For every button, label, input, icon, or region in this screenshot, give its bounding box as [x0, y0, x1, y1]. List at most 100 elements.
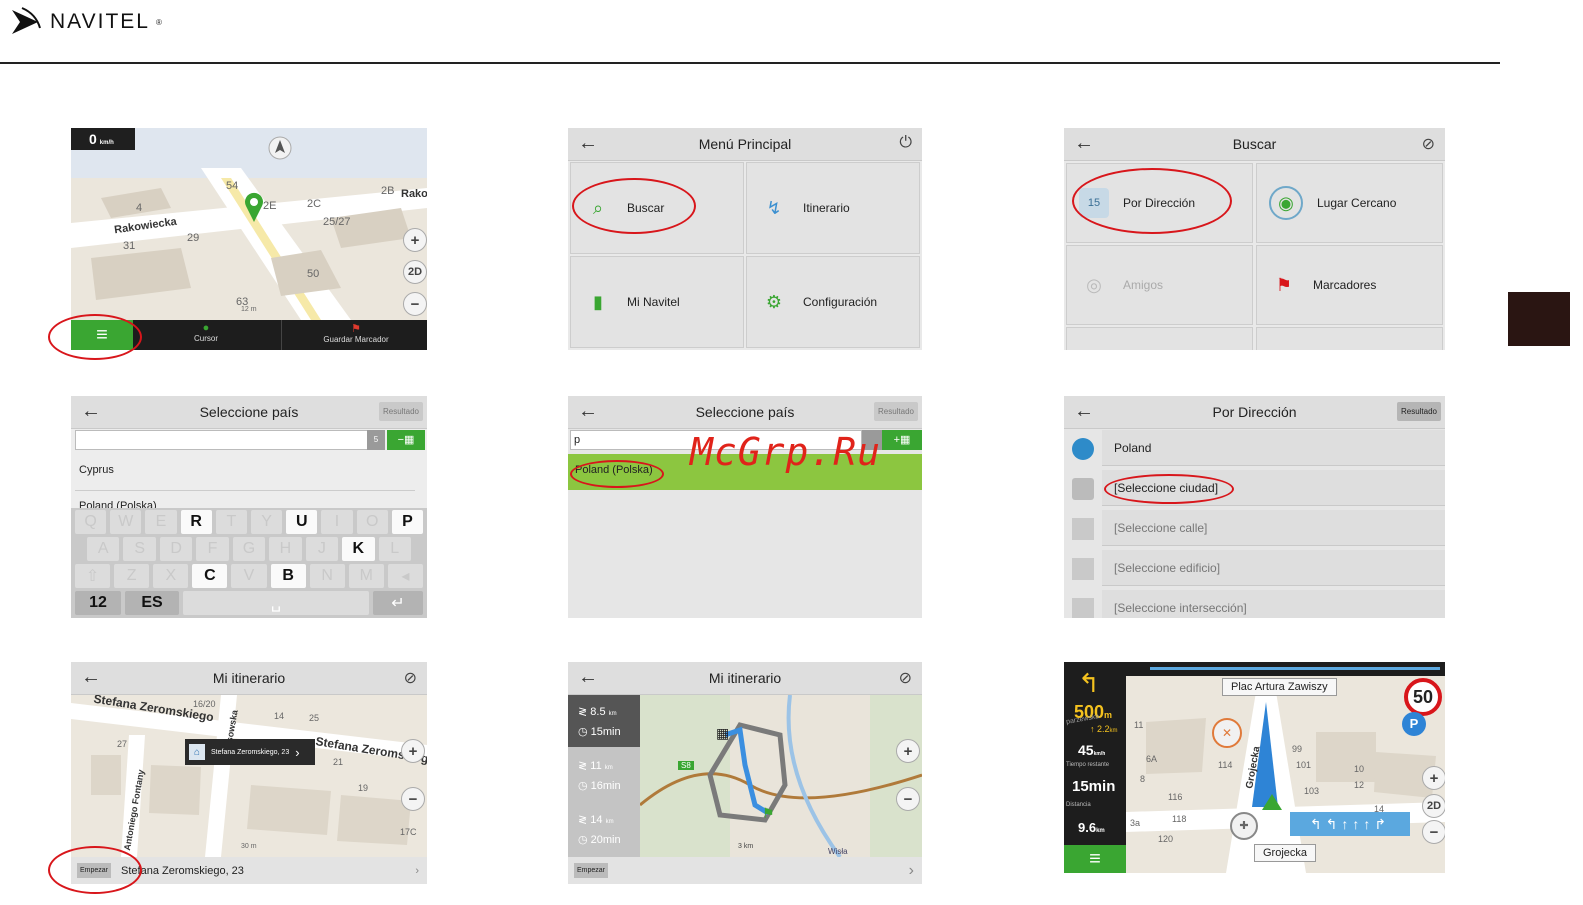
highlight-circle — [48, 846, 142, 894]
space-key[interactable]: ␣ — [183, 591, 369, 615]
compass-icon[interactable] — [268, 136, 292, 160]
search-tile-marcadores[interactable]: ⚑ Marcadores — [1256, 245, 1443, 325]
enter-key[interactable]: ↵ — [373, 591, 423, 615]
search-tile-more[interactable] — [1066, 327, 1253, 350]
view-2d-button[interactable]: 2D — [1422, 794, 1445, 818]
address-row-intersection[interactable]: [Seleccione intersección] — [1102, 590, 1445, 618]
route-option[interactable]: ≷ 11 km ◷ 16min — [568, 749, 640, 801]
search-tile-lugar-cercano[interactable]: ◉ Lugar Cercano — [1256, 163, 1443, 243]
cursor-button[interactable]: ● Cursor — [181, 322, 231, 343]
menu-tile-itinerario[interactable]: ↯ Itinerario — [746, 162, 920, 254]
back-arrow-icon[interactable]: ← — [578, 401, 598, 421]
keyboard-key[interactable]: O — [356, 510, 388, 534]
zoom-out-button[interactable]: − — [896, 787, 920, 811]
keyboard-key[interactable]: W — [110, 510, 142, 534]
keyboard-key[interactable]: T — [215, 510, 248, 534]
back-arrow-icon[interactable]: ← — [578, 133, 598, 153]
no-gps-icon[interactable]: ⊘ — [1422, 134, 1435, 154]
menu-button[interactable]: ≡ — [1064, 845, 1126, 873]
keyboard-key[interactable]: H — [269, 537, 302, 561]
house-number: 101 — [1296, 760, 1312, 770]
map-area[interactable]: 0 km/h Rakowiecka Rako 54 4 2E 2C 2B 25/2… — [71, 128, 427, 320]
shopping-bag-icon: ▮ — [593, 291, 603, 312]
route-option-selected[interactable]: ≷ 8.5 km ◷ 15min — [568, 695, 640, 747]
keyboard-key[interactable]: I — [321, 510, 353, 534]
keyboard-toggle-button[interactable]: −▦ — [387, 430, 425, 450]
pharmacy-poi-icon[interactable]: ✚ — [1230, 812, 1258, 840]
map-area[interactable]: S8 Wisła 3 km ▦ ⚑ + − — [640, 695, 922, 857]
map-area[interactable]: Stefana Zeromskiego Stefana Zeromskieg L… — [71, 695, 427, 857]
back-arrow-icon[interactable]: ← — [1074, 133, 1094, 153]
search-tile-more[interactable] — [1256, 327, 1443, 350]
back-arrow-icon[interactable]: ← — [81, 401, 101, 421]
power-icon[interactable]: ⏻ — [899, 134, 912, 152]
address-popup[interactable]: ⌂ Stefana Zeromskiego, 23 › — [185, 739, 315, 765]
keyboard-key[interactable]: S — [123, 537, 156, 561]
keyboard-key[interactable]: U — [286, 510, 318, 534]
keyboard-key[interactable]: Q — [75, 510, 107, 534]
screen-itinerary-routes: ← Mi itinerario ⊘ ≷ 8.5 km ◷ 15min ≷ 11 … — [568, 662, 922, 884]
keyboard-key[interactable]: C — [192, 564, 228, 588]
zoom-in-button[interactable]: + — [401, 739, 425, 763]
keyboard-key[interactable]: ⇧ — [75, 564, 111, 588]
numbers-key[interactable]: 12 — [75, 591, 121, 615]
result-button[interactable]: Resultado — [1396, 402, 1441, 421]
back-arrow-icon[interactable]: ← — [81, 667, 101, 687]
keyboard-key[interactable]: N — [309, 564, 345, 588]
keyboard-key[interactable]: F — [196, 537, 229, 561]
route-option[interactable]: ≷ 14 km ◷ 20min — [568, 803, 640, 855]
keyboard-key[interactable]: Z — [114, 564, 150, 588]
keyboard-key[interactable]: L — [378, 537, 411, 561]
no-gps-icon[interactable]: ⊘ — [404, 668, 417, 688]
keyboard-key[interactable]: X — [153, 564, 189, 588]
keyboard-key[interactable]: Y — [251, 510, 283, 534]
menu-tile-configuracion[interactable]: ⚙ Configuración — [746, 256, 920, 348]
language-key[interactable]: ES — [125, 591, 179, 615]
result-button[interactable]: Resultado — [873, 402, 918, 421]
address-row-country[interactable]: Poland — [1102, 430, 1445, 466]
zoom-in-button[interactable]: + — [403, 228, 427, 252]
restaurant-poi-icon[interactable]: ✕ — [1212, 718, 1242, 748]
keyboard-toggle-button[interactable]: +▦ — [882, 430, 922, 450]
keyboard-key[interactable]: V — [231, 564, 267, 588]
save-marker-label: Guardar Marcador — [323, 335, 389, 344]
zoom-in-button[interactable]: + — [896, 739, 920, 763]
keyboard-key[interactable]: J — [305, 537, 339, 561]
chevron-right-icon[interactable]: › — [415, 865, 419, 877]
parking-poi-icon[interactable]: P — [1402, 712, 1426, 736]
start-button[interactable]: Empezar — [574, 863, 609, 878]
map-area[interactable]: Plac Artura Zawiszy Grojecka Grojecka 50… — [1126, 662, 1445, 873]
keyboard-key[interactable]: E — [145, 510, 177, 534]
keyboard-key[interactable]: G — [232, 537, 266, 561]
save-marker-button[interactable]: ⚑ Guardar Marcador — [311, 322, 401, 344]
result-button[interactable]: Resultado — [378, 402, 423, 421]
keyboard-key[interactable]: M — [348, 564, 384, 588]
zoom-out-button[interactable]: − — [401, 787, 425, 811]
back-arrow-icon[interactable]: ← — [578, 667, 598, 687]
keyboard-key[interactable]: B — [270, 564, 306, 588]
keyboard-key[interactable]: K — [342, 537, 375, 561]
address-row-building[interactable]: [Seleccione edificio] — [1102, 550, 1445, 586]
zoom-in-button[interactable]: + — [1422, 766, 1445, 790]
view-2d-button[interactable]: 2D — [403, 260, 427, 284]
keyboard-key[interactable]: A — [87, 537, 120, 561]
keyboard-key[interactable]: P — [391, 510, 424, 534]
list-item[interactable]: Cyprus — [79, 464, 114, 476]
search-input[interactable] — [75, 430, 369, 450]
zoom-out-button[interactable]: − — [403, 292, 427, 316]
speed-box: 0 km/h — [71, 128, 135, 150]
house-number: 10 — [1354, 764, 1365, 774]
chevron-right-icon: › — [295, 744, 300, 760]
address-row-street[interactable]: [Seleccione calle] — [1102, 510, 1445, 546]
back-arrow-icon[interactable]: ← — [1074, 401, 1094, 421]
chevron-right-icon[interactable]: › — [909, 862, 914, 880]
search-tile-amigos[interactable]: ◎ Amigos — [1066, 245, 1253, 325]
no-gps-icon[interactable]: ⊘ — [899, 668, 912, 688]
keyboard-key[interactable]: D — [159, 537, 193, 561]
zoom-out-button[interactable]: − — [1422, 820, 1445, 844]
keyboard-key[interactable]: R — [180, 510, 212, 534]
screen-header: ← Menú Principal ⏻ — [568, 128, 922, 161]
keyboard-key[interactable]: ◂ — [387, 564, 423, 588]
watermark: McGrp.Ru — [690, 430, 882, 474]
menu-tile-mi-navitel[interactable]: ▮ Mi Navitel — [570, 256, 744, 348]
